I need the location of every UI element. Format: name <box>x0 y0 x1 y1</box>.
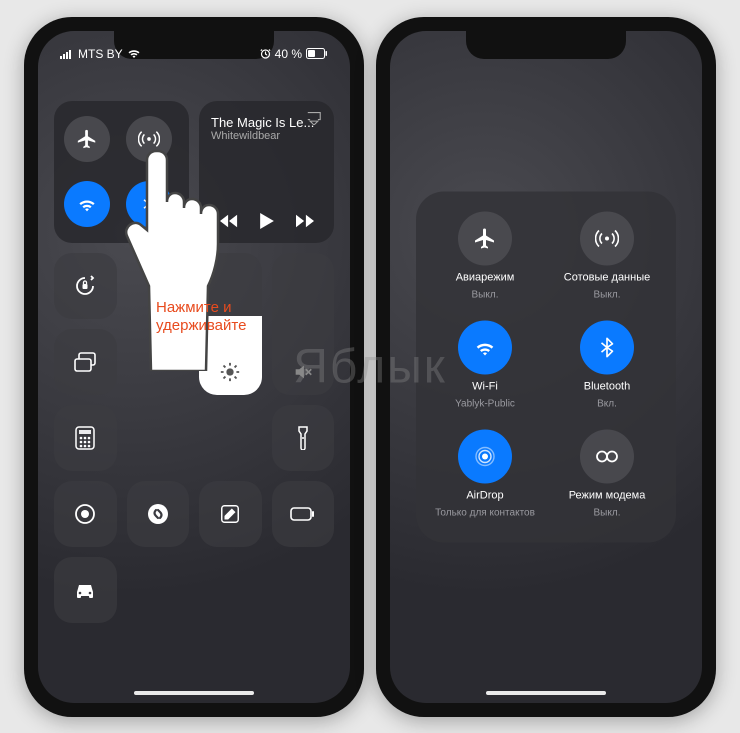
battery-icon <box>306 48 328 59</box>
airplane-label: Авиарежим <box>456 271 515 283</box>
status-bar: MTS BY 40 % <box>38 39 350 69</box>
airdrop-expanded[interactable]: AirDrop Только для контактов <box>428 429 542 518</box>
airdrop-icon <box>458 429 512 483</box>
wifi-toggle[interactable] <box>64 181 110 227</box>
cellular-toggle[interactable] <box>126 116 172 162</box>
signal-icon <box>60 49 74 59</box>
wifi-status: Yablyk-Public <box>455 398 515 409</box>
volume-mute-icon <box>292 361 314 383</box>
flashlight-tile[interactable] <box>272 405 335 471</box>
screen-left: MTS BY 40 % <box>38 31 350 703</box>
airdrop-label: AirDrop <box>466 489 503 501</box>
music-tile[interactable]: The Magic Is Le... Whitewildbear <box>199 101 334 243</box>
instruction-text: Нажмите и удерживайте <box>156 299 286 337</box>
alarm-icon <box>260 48 271 59</box>
connectivity-tile[interactable] <box>54 101 189 243</box>
low-power-tile[interactable] <box>272 481 335 547</box>
bluetooth-icon <box>580 320 634 374</box>
bluetooth-label: Bluetooth <box>584 380 630 392</box>
calculator-tile[interactable] <box>54 405 117 471</box>
screen-record-tile[interactable] <box>54 481 117 547</box>
screen-mirroring-tile[interactable] <box>54 329 117 395</box>
wifi-icon <box>458 320 512 374</box>
connectivity-expanded: Авиарежим Выкл. Сотовые данные Выкл. Wi-… <box>416 191 676 542</box>
hotspot-icon <box>580 429 634 483</box>
wifi-label: Wi-Fi <box>472 380 498 392</box>
shazam-tile[interactable] <box>127 481 190 547</box>
airplane-expanded[interactable]: Авиарежим Выкл. <box>428 211 542 300</box>
airplane-icon <box>458 211 512 265</box>
carrier-text: MTS BY <box>78 47 123 61</box>
bluetooth-expanded[interactable]: Bluetooth Вкл. <box>550 320 664 409</box>
home-indicator[interactable] <box>486 691 606 695</box>
notch <box>466 31 626 59</box>
forward-icon[interactable] <box>296 214 314 228</box>
phone-right: Авиарежим Выкл. Сотовые данные Выкл. Wi-… <box>376 17 716 717</box>
cellular-status: Выкл. <box>594 289 621 300</box>
control-center: The Magic Is Le... Whitewildbear <box>54 101 334 643</box>
cellular-expanded[interactable]: Сотовые данные Выкл. <box>550 211 664 300</box>
carplay-tile[interactable] <box>54 557 117 623</box>
home-indicator[interactable] <box>134 691 254 695</box>
brightness-icon <box>219 361 241 383</box>
airdrop-status: Только для контактов <box>435 507 535 518</box>
rewind-icon[interactable] <box>220 214 238 228</box>
notes-tile[interactable] <box>199 481 262 547</box>
airplane-status: Выкл. <box>472 289 499 300</box>
music-artist: Whitewildbear <box>211 130 280 142</box>
bluetooth-toggle[interactable] <box>126 181 172 227</box>
hotspot-label: Режим модема <box>569 489 646 501</box>
play-icon[interactable] <box>260 213 274 229</box>
cellular-icon <box>580 211 634 265</box>
phone-left: MTS BY 40 % <box>24 17 364 717</box>
battery-text: 40 % <box>275 47 302 61</box>
hotspot-expanded[interactable]: Режим модема Выкл. <box>550 429 664 518</box>
wifi-expanded[interactable]: Wi-Fi Yablyk-Public <box>428 320 542 409</box>
airplane-toggle[interactable] <box>64 116 110 162</box>
bluetooth-status: Вкл. <box>597 398 617 409</box>
wifi-status-icon <box>127 49 141 59</box>
airplay-icon[interactable] <box>306 111 322 125</box>
screen-right: Авиарежим Выкл. Сотовые данные Выкл. Wi-… <box>390 31 702 703</box>
hotspot-status: Выкл. <box>594 507 621 518</box>
orientation-lock-tile[interactable] <box>54 253 117 319</box>
cellular-label: Сотовые данные <box>564 271 651 283</box>
